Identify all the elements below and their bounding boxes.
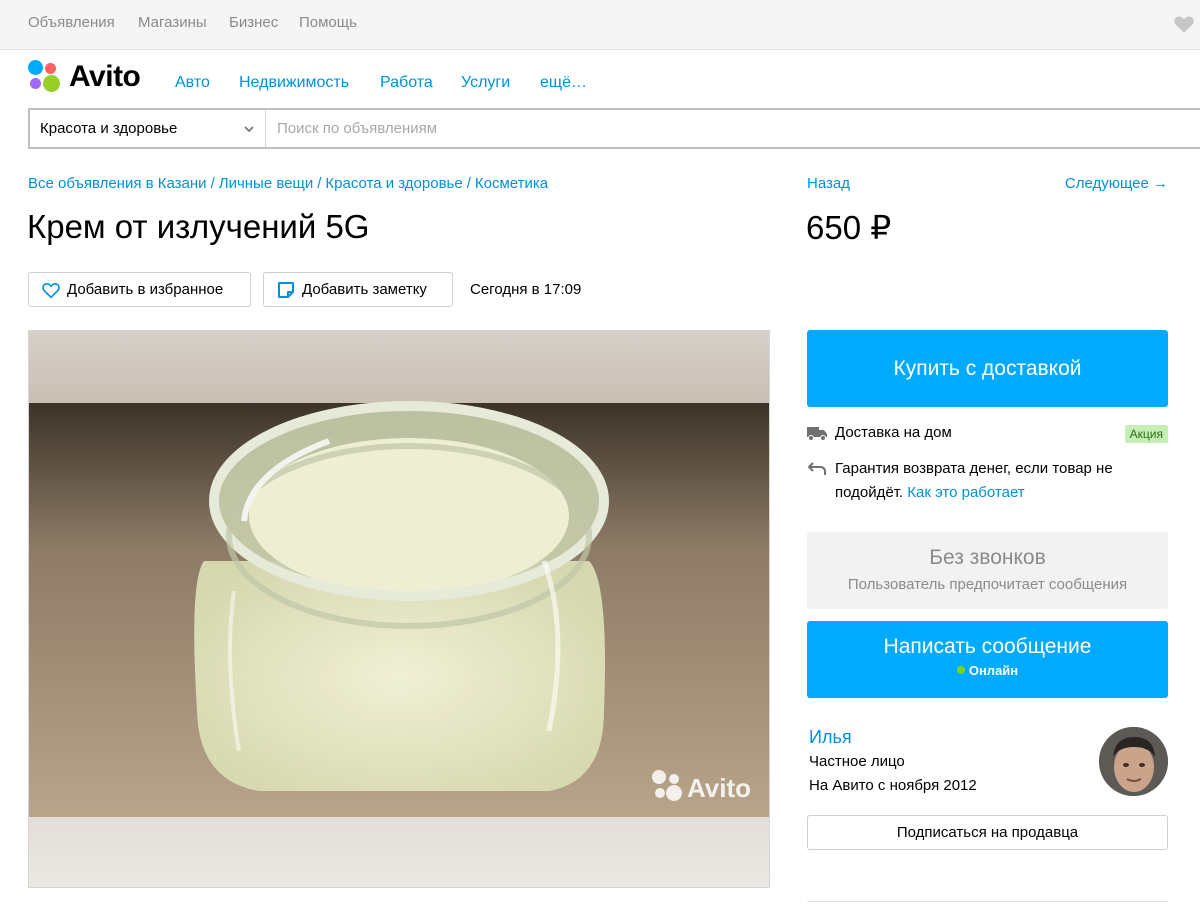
breadcrumb-item-all[interactable]: Все объявления в Казани	[28, 175, 207, 192]
buy-with-delivery-button[interactable]: Купить с доставкой	[807, 330, 1168, 407]
item-photo[interactable]: Avito	[28, 330, 770, 888]
add-note-label: Добавить заметку	[302, 281, 427, 298]
heart-outline-icon	[42, 282, 60, 299]
nav-item-more[interactable]: ещё…	[540, 74, 587, 92]
breadcrumb-item-cosmetics[interactable]: Косметика	[475, 175, 548, 192]
online-status: Онлайн	[807, 663, 1168, 678]
seller-since: На Авито с ноября 2012	[809, 777, 977, 794]
back-link[interactable]: Назад	[807, 175, 850, 192]
write-message-label: Написать сообщение	[883, 635, 1092, 658]
avatar[interactable]	[1099, 727, 1168, 796]
top-bar: Объявления Магазины Бизнес Помощь	[0, 0, 1200, 50]
divider	[807, 901, 1168, 902]
truck-icon	[807, 427, 827, 441]
breadcrumb-item-personal[interactable]: Личные вещи	[219, 175, 313, 192]
price: 650 ₽	[806, 209, 892, 246]
photo-image	[29, 331, 769, 887]
category-select[interactable]: Красота и здоровье	[30, 110, 266, 147]
heart-icon[interactable]	[1172, 12, 1196, 36]
no-calls-box: Без звонков Пользователь предпочитает со…	[807, 532, 1168, 609]
breadcrumb: Все объявления в Казани / Личные вещи / Крас…	[28, 175, 549, 192]
add-note-button[interactable]: Добавить заметку	[263, 272, 453, 307]
topbar-link-help[interactable]: Помощь	[299, 14, 357, 31]
topbar-link-ads[interactable]: Объявления	[28, 14, 115, 31]
delivery-info: Доставка на дом Акция	[807, 424, 1168, 448]
nav-item-auto[interactable]: Авто	[175, 74, 210, 92]
topbar-link-business[interactable]: Бизнес	[229, 14, 278, 31]
nav-item-services[interactable]: Услуги	[461, 74, 510, 92]
write-message-button[interactable]: Написать сообщение Онлайн	[807, 621, 1168, 698]
photo-watermark: Avito	[687, 773, 752, 803]
breadcrumb-item-beauty[interactable]: Красота и здоровье	[325, 175, 462, 192]
category-select-value: Красота и здоровье	[40, 120, 178, 137]
chevron-down-icon	[244, 126, 254, 133]
add-favorite-label: Добавить в избранное	[67, 281, 224, 298]
return-icon	[807, 462, 826, 475]
search-bar: Красота и здоровье	[28, 108, 1200, 149]
online-dot-icon	[956, 666, 965, 674]
seller-type: Частное лицо	[809, 753, 905, 770]
nav-item-jobs[interactable]: Работа	[380, 74, 433, 92]
publish-date: Сегодня в 17:09	[470, 281, 582, 298]
search-input[interactable]	[268, 110, 1168, 147]
logo-dots-icon	[28, 60, 64, 96]
logo-text: Avito	[69, 60, 141, 93]
topbar-link-shops[interactable]: Магазины	[138, 14, 207, 31]
promo-badge: Акция	[1124, 425, 1168, 443]
nav-item-realty[interactable]: Недвижимость	[239, 74, 349, 92]
note-icon	[278, 281, 294, 298]
next-link[interactable]: Следующее →	[1065, 175, 1168, 192]
seller-name-link[interactable]: Илья	[809, 727, 852, 748]
avatar-image	[1099, 727, 1168, 796]
online-label: Онлайн	[968, 663, 1019, 678]
no-calls-title: Без звонков	[929, 546, 1046, 569]
page-title: Крем от излучений 5G	[27, 208, 370, 245]
guarantee-info: Гарантия возврата денег, если товар не п…	[835, 457, 1168, 505]
avito-logo[interactable]: Avito	[28, 60, 158, 96]
subscribe-seller-button[interactable]: Подписаться на продавца	[807, 815, 1168, 850]
delivery-label: Доставка на дом	[835, 424, 952, 441]
add-favorite-button[interactable]: Добавить в избранное	[28, 272, 251, 307]
how-it-works-link[interactable]: Как это работает	[907, 484, 1024, 501]
no-calls-subtitle: Пользователь предпочитает сообщения	[847, 576, 1128, 593]
